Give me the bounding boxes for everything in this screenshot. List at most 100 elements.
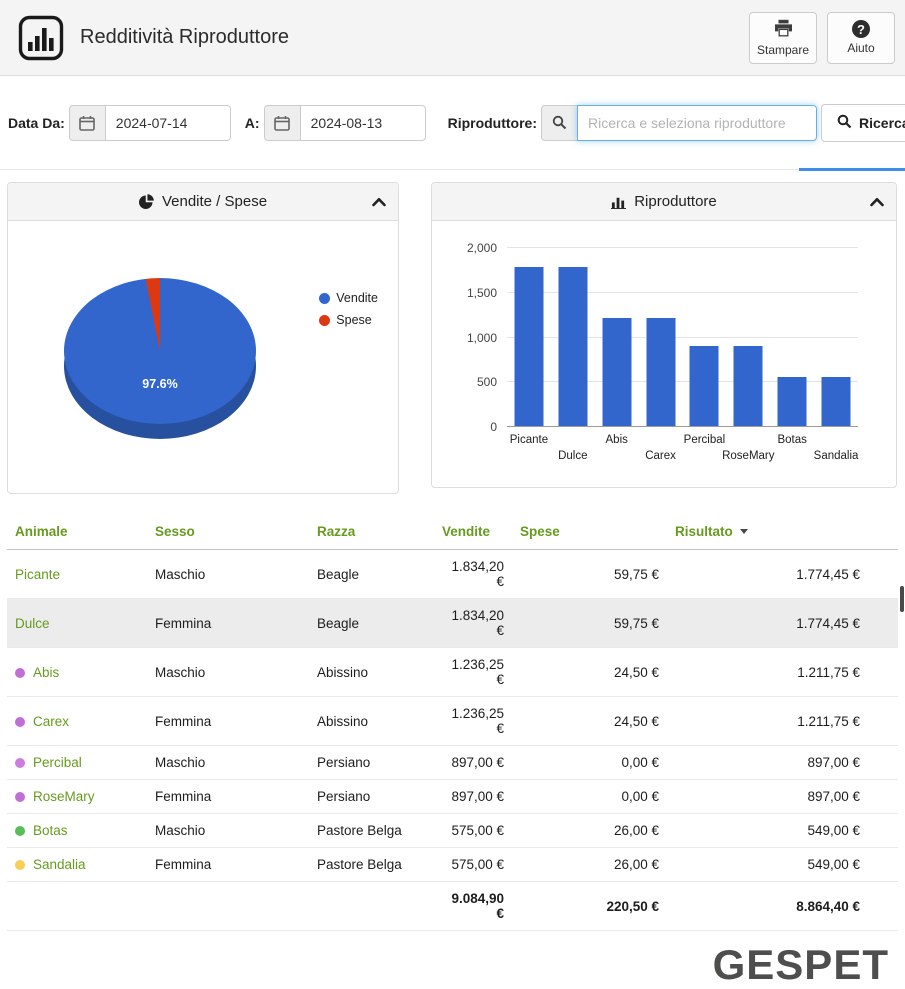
razza-cell: Persiano (309, 745, 434, 780)
y-axis-tick-label: 0 (490, 420, 497, 434)
date-from-input[interactable] (104, 104, 231, 141)
total-risultato: 8.864,40 € (667, 881, 898, 931)
col-header-risultato[interactable]: Risultato (667, 514, 898, 550)
breeder-search-icon[interactable] (541, 104, 578, 141)
collapse-chevron-up-icon[interactable] (372, 197, 386, 207)
animal-name-link[interactable]: Percibal (33, 755, 82, 770)
x-axis-tick-label: Picante (509, 434, 549, 446)
col-header-razza[interactable]: Razza (309, 514, 434, 550)
filter-bar: Data Da: A: Riproduttore: (0, 76, 905, 171)
bar-panel-header[interactable]: Riproduttore (432, 183, 896, 221)
pie-chart-wrap: 97.6% (64, 255, 256, 439)
table-row[interactable]: RoseMary Femmina Persiano 897,00 €0,00 €897… (7, 779, 898, 814)
animale-cell: Carex (7, 696, 147, 746)
print-button[interactable]: Stampare (749, 11, 817, 64)
bar-sandalia[interactable] (821, 376, 851, 426)
animale-cell: Botas (7, 813, 147, 848)
legend-label: Spese (336, 313, 372, 327)
gridline (507, 426, 858, 427)
pie-panel-title: Vendite / Spese (161, 193, 268, 210)
animal-name-link[interactable]: RoseMary (33, 789, 95, 804)
app-header: Redditività Riproduttore Stampare Aiuto (0, 0, 905, 76)
results-table-body: Picante Maschio Beagle 1.834,20 €59,75 €1.7… (7, 549, 898, 882)
col-header-sesso[interactable]: Sesso (147, 514, 309, 550)
animale-cell: Picante (7, 549, 147, 599)
search-button[interactable]: Ricerca (821, 103, 905, 142)
table-row[interactable]: Botas Maschio Pastore Belga 575,00 €26,00 €… (7, 813, 898, 848)
vendite-cell: 1.236,25 € (434, 647, 512, 697)
x-axis-tick-label: RoseMary (722, 450, 775, 462)
bar-dulce[interactable] (558, 267, 588, 426)
animal-name-link[interactable]: Sandalia (33, 857, 86, 872)
bar-abis[interactable] (602, 317, 632, 426)
pie-percent-label: 97.6% (142, 377, 178, 391)
animal-name-link[interactable]: Abis (33, 665, 59, 680)
table-row[interactable]: Percibal Maschio Persiano 897,00 €0,00 €897… (7, 745, 898, 780)
bar-panel-title: Riproduttore (634, 193, 717, 210)
col-header-risultato-label: Risultato (675, 524, 733, 539)
vendite-cell: 1.236,25 € (434, 696, 512, 746)
animal-name-link[interactable]: Botas (33, 823, 68, 838)
bar-panel: Riproduttore 0 500 1,000 1,500 2,000 Picante D… (431, 182, 897, 488)
table-row[interactable]: Picante Maschio Beagle 1.834,20 €59,75 €1.7… (7, 549, 898, 599)
animale-cell: Dulce (7, 598, 147, 648)
spese-cell: 26,00 € (512, 813, 667, 848)
header-actions: Stampare Aiuto (749, 11, 895, 64)
spese-cell: 0,00 € (512, 745, 667, 780)
pie-panel-header[interactable]: Vendite / Spese (8, 183, 398, 221)
date-to-calendar-icon[interactable] (263, 104, 300, 141)
x-axis-tick-label: Percibal (683, 434, 726, 446)
sesso-cell: Maschio (147, 745, 309, 780)
results-table: Animale Sesso Razza Vendite Spese Risult… (7, 514, 898, 931)
page-title: Redditività Riproduttore (80, 26, 289, 48)
search-icon (837, 114, 852, 132)
scrollbar-thumb[interactable] (900, 586, 904, 612)
bar-rosemary[interactable] (733, 345, 763, 426)
col-header-vendite[interactable]: Vendite (434, 514, 512, 550)
animale-cell: Sandalia (7, 847, 147, 882)
animal-name-link[interactable]: Picante (15, 567, 60, 582)
totals-spacer (7, 881, 434, 931)
table-row[interactable]: Dulce Femmina Beagle 1.834,20 €59,75 €1.774… (7, 598, 898, 648)
table-row[interactable]: Sandalia Femmina Pastore Belga 575,00 €26,0… (7, 847, 898, 882)
filter-accent-line (799, 168, 905, 171)
razza-cell: Pastore Belga (309, 847, 434, 882)
bar-plot: 0 500 1,000 1,500 2,000 Picante Dulce Abis Carex… (467, 241, 858, 462)
risultato-cell: 897,00 € (667, 779, 898, 814)
risultato-cell: 549,00 € (667, 847, 898, 882)
collapse-chevron-up-icon[interactable] (870, 197, 884, 207)
spese-cell: 26,00 € (512, 847, 667, 882)
page-footer: GESPET (0, 931, 905, 989)
sesso-cell: Maschio (147, 813, 309, 848)
table-row[interactable]: Carex Femmina Abissino 1.236,25 €24,50 €1.2… (7, 696, 898, 746)
vendite-cell: 575,00 € (434, 847, 512, 882)
date-from-calendar-icon[interactable] (68, 104, 105, 141)
table-row[interactable]: Abis Maschio Abissino 1.236,25 €24,50 €1.21… (7, 647, 898, 697)
risultato-cell: 549,00 € (667, 813, 898, 848)
bar-chart-area: 0 500 1,000 1,500 2,000 Picante Dulce Abis Carex… (432, 221, 896, 487)
x-axis-tick-label: Abis (605, 434, 628, 446)
col-header-spese[interactable]: Spese (512, 514, 667, 550)
legend-item[interactable]: Vendite (319, 291, 378, 305)
species-color-dot (15, 792, 25, 802)
gespet-logo: GESPET (712, 941, 889, 988)
date-to-group (263, 104, 426, 141)
date-to-input[interactable] (299, 104, 426, 141)
col-header-animale[interactable]: Animale (7, 514, 147, 550)
bar-carex[interactable] (646, 317, 676, 426)
razza-cell: Beagle (309, 549, 434, 599)
bar-percibal[interactable] (689, 345, 719, 426)
legend-item[interactable]: Spese (319, 313, 378, 327)
species-color-dot (15, 758, 25, 768)
animal-name-link[interactable]: Carex (33, 714, 69, 729)
bar-picante[interactable] (514, 267, 544, 426)
x-axis-tick-label: Sandalia (813, 450, 859, 462)
x-axis-tick-label: Botas (777, 434, 807, 446)
animal-name-link[interactable]: Dulce (15, 616, 50, 631)
pie-chart[interactable] (64, 278, 256, 424)
totals-row: 9.084,90 € 220,50 € 8.864,40 € (7, 881, 898, 931)
breeder-search-input[interactable] (577, 104, 818, 141)
bar-botas[interactable] (777, 376, 807, 426)
print-button-label: Stampare (756, 42, 810, 57)
help-button[interactable]: Aiuto (827, 11, 895, 64)
